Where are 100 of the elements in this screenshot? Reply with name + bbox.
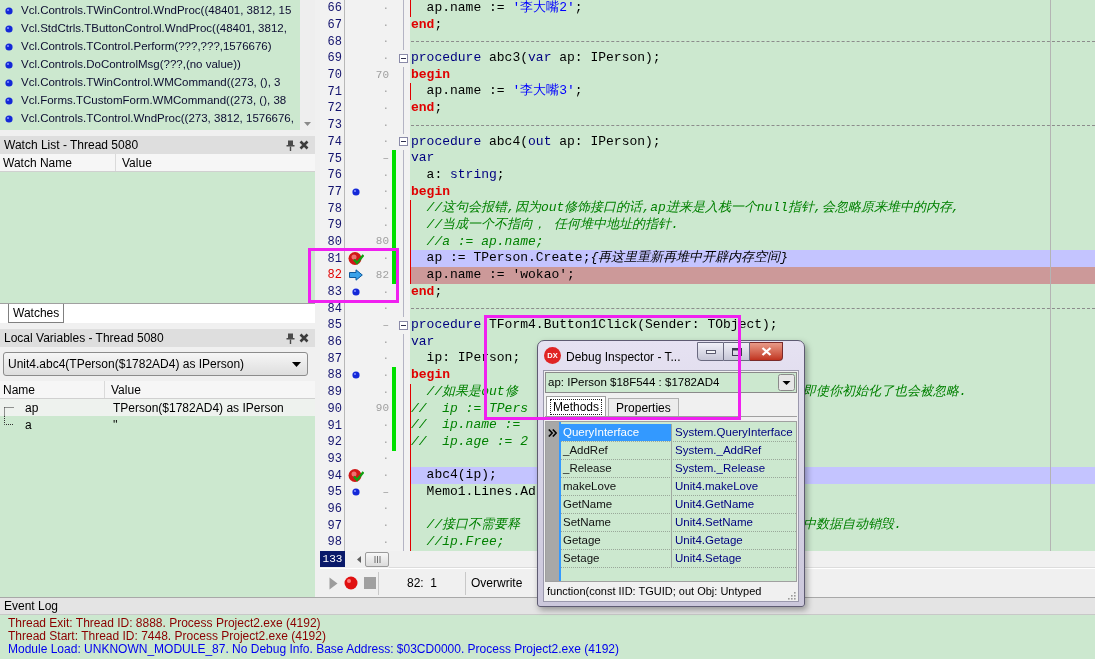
line-number: 95 — [327, 486, 342, 499]
stack-frame[interactable]: Vcl.Controls.TControl.Perform(???,???,1576676) — [21, 38, 272, 56]
stack-frame[interactable]: Vcl.Forms.TCustomForm.WMCommand((273, (), 38 — [21, 92, 287, 110]
size-grip-icon[interactable] — [787, 591, 796, 600]
collapse-icon[interactable] — [399, 137, 408, 147]
maximize-icon — [731, 347, 742, 356]
expression-dropdown[interactable]: ap: IPerson $18F544 : $1782AD4 — [545, 372, 797, 393]
scroll-down-icon[interactable] — [304, 122, 311, 126]
line-marker: · — [382, 102, 389, 114]
tab[interactable]: Watches — [8, 304, 65, 323]
line-number: 86 — [327, 336, 342, 349]
line-number: 82 — [327, 269, 342, 282]
column-header[interactable]: Value — [105, 381, 315, 398]
line-marker: · — [382, 36, 389, 48]
close-button[interactable] — [750, 342, 783, 361]
code-line: begin — [411, 66, 450, 84]
line-marker: · — [382, 203, 389, 215]
method-name[interactable]: makeLove — [561, 478, 672, 495]
line-number: 78 — [327, 202, 342, 215]
line-number: 73 — [327, 119, 342, 132]
line-marker: · — [382, 136, 389, 148]
dot-icon — [5, 97, 13, 105]
method-location: System._AddRef — [674, 442, 763, 458]
stack-frame[interactable]: Vcl.Controls.TControl.WndProc((273, 3812, 1576676, — [21, 110, 294, 128]
line-marker: · — [382, 503, 389, 515]
code-line: begin — [411, 183, 450, 200]
column-header[interactable]: Name — [0, 381, 105, 398]
line-number: 94 — [327, 469, 342, 482]
dot-icon — [5, 61, 13, 69]
code-line: //a := ap.name; — [425, 233, 544, 251]
line-number: 76 — [327, 169, 342, 182]
line-number: 70 — [327, 69, 342, 82]
collapse-icon[interactable] — [399, 53, 408, 63]
method-name[interactable]: SetName — [561, 514, 672, 531]
method-name[interactable]: _AddRef — [561, 442, 672, 459]
line-marker: · — [382, 353, 389, 365]
variable-name[interactable]: ap — [0, 399, 105, 416]
close-icon[interactable] — [299, 140, 309, 150]
breakpoint-icon[interactable] — [348, 251, 364, 267]
line-count: 133 — [320, 551, 345, 567]
line-number: 66 — [327, 2, 342, 15]
dot-icon[interactable] — [352, 187, 360, 196]
dot-icon — [5, 115, 13, 123]
column-header[interactable]: Watch Name — [0, 154, 116, 171]
line-number: 96 — [327, 502, 342, 515]
line-number: 75 — [327, 152, 342, 165]
scroll-thumb[interactable] — [365, 552, 389, 567]
line-marker: 90 — [375, 403, 389, 415]
dot-icon — [5, 7, 13, 15]
line-marker: 82 — [375, 269, 389, 281]
close-icon — [760, 347, 772, 356]
stack-frame[interactable]: Vcl.Controls.DoControlMsg(???,(no value)) — [21, 56, 241, 74]
breakpoint-icon[interactable] — [348, 468, 364, 484]
code-line: ap.name := '李大嘴2'; — [425, 0, 583, 17]
arrow-icon[interactable] — [349, 269, 363, 282]
method-name[interactable]: _Release — [561, 460, 672, 477]
variable-name[interactable]: a — [0, 416, 105, 433]
line-marker: 80 — [375, 236, 389, 248]
code-line: //当成一个不指向， 任何堆中地址的指针. — [425, 216, 679, 234]
dot-icon[interactable] — [352, 288, 360, 297]
code-line: 即使你初始化了也会被忽略. — [803, 383, 967, 401]
code-line: //ip.Free; — [425, 534, 505, 551]
close-icon[interactable] — [299, 333, 309, 343]
dot-icon[interactable] — [352, 488, 360, 497]
method-name[interactable]: Setage — [561, 550, 672, 567]
line-marker: – — [382, 319, 389, 331]
line-number: 89 — [327, 386, 342, 399]
code-line: 中数据自动销毁. — [803, 517, 902, 534]
line-number: 81 — [327, 252, 342, 265]
stack-frame[interactable]: Vcl.Controls.TWinControl.WMCommand((273, (), 3 — [21, 74, 281, 92]
line-marker: · — [382, 369, 389, 381]
collapse-icon[interactable] — [399, 320, 408, 330]
method-location: System.QueryInterface — [674, 424, 794, 440]
code-line: end; — [411, 16, 443, 34]
code-line: Memo1.Lines.Ad — [425, 483, 536, 501]
window-title: Debug Inspector - T... — [566, 349, 681, 366]
dot-icon[interactable] — [352, 371, 360, 380]
line-number: 97 — [327, 519, 342, 532]
line-marker: · — [382, 520, 389, 532]
dot-icon — [5, 25, 13, 33]
minimize-button[interactable] — [697, 342, 724, 361]
code-line: end; — [411, 100, 443, 117]
record-icon[interactable] — [344, 576, 358, 590]
tab[interactable]: Properties — [608, 398, 679, 416]
line-marker: · — [382, 52, 389, 64]
pin-icon[interactable] — [286, 139, 295, 151]
column-header[interactable]: Value — [116, 154, 315, 171]
frame-dropdown[interactable]: Unit4.abc4(TPerson($1782AD4) as IPerson) — [3, 352, 308, 376]
method-name[interactable]: GetName — [561, 496, 672, 513]
stack-frame[interactable]: Vcl.StdCtrls.TButtonControl.WndProc((48401, 3812, — [21, 20, 287, 38]
line-number: 69 — [327, 52, 342, 65]
line-marker: · — [382, 2, 389, 14]
method-name[interactable]: Getage — [561, 532, 672, 549]
stack-frame[interactable]: Vcl.Controls.TWinControl.WndProc((48401, 3812, 15 — [21, 2, 292, 20]
line-number: 83 — [327, 286, 342, 299]
tab[interactable]: Methods — [546, 396, 607, 416]
pin-icon[interactable] — [286, 332, 295, 344]
line-marker: – — [382, 486, 389, 498]
line-marker: · — [382, 286, 389, 298]
line-number: 88 — [327, 369, 342, 382]
